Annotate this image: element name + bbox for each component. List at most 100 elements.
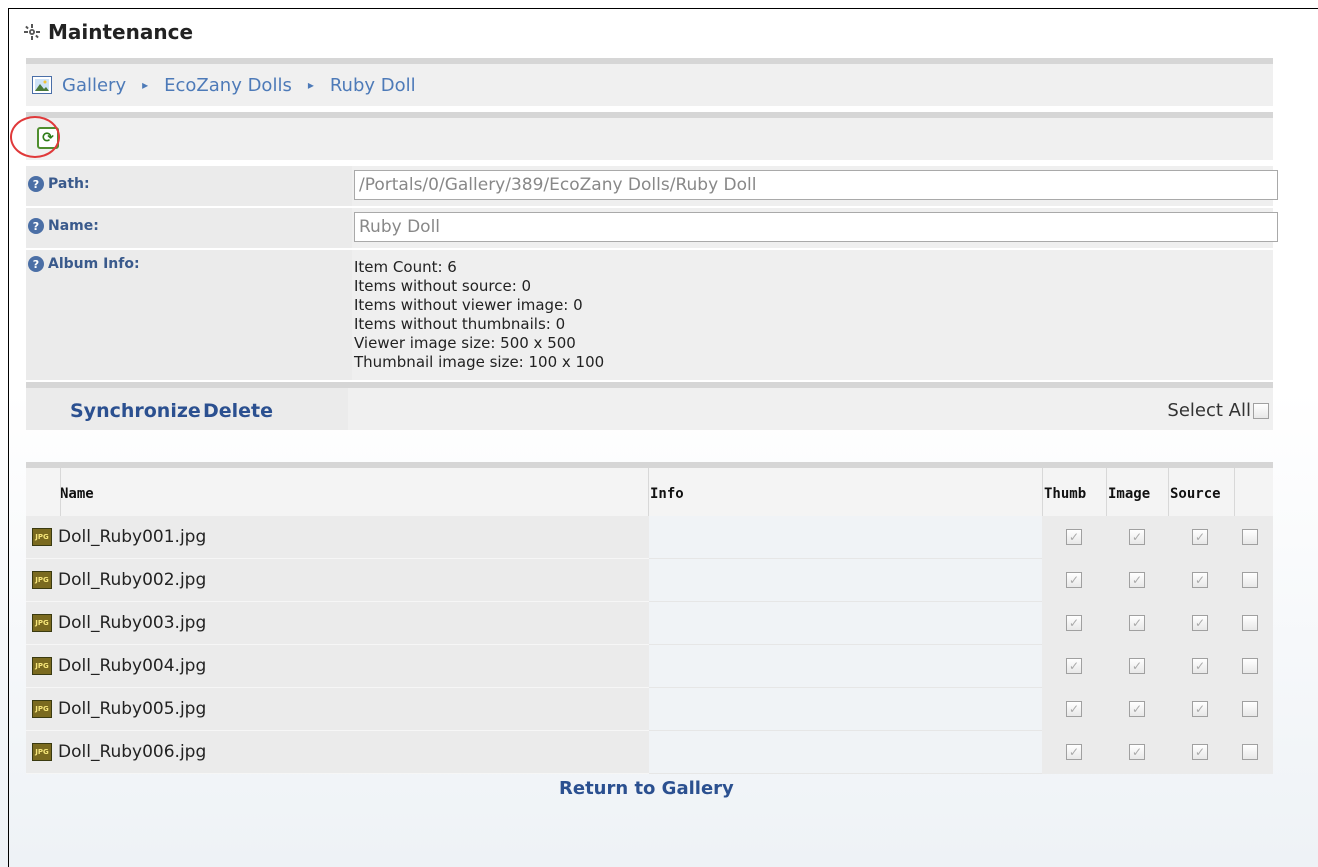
row-check-cell: ✓ ✓ ✓ [1042, 559, 1273, 602]
file-name: Doll_Ruby005.jpg [58, 699, 207, 719]
action-bar: Synchronize Delete Select All [26, 382, 1273, 430]
row-info-cell [649, 731, 1042, 774]
breadcrumb-current[interactable]: Ruby Doll [330, 75, 416, 96]
thumb-checkbox: ✓ [1066, 615, 1082, 631]
select-row-checkbox[interactable] [1242, 572, 1258, 588]
breadcrumb-album[interactable]: EcoZany Dolls [164, 75, 292, 96]
breadcrumb: Gallery ▸ EcoZany Dolls ▸ Ruby Doll [26, 58, 1273, 106]
image-checkbox: ✓ [1129, 658, 1145, 674]
album-info-label: ? Album Info: [28, 250, 348, 380]
help-icon[interactable]: ? [28, 176, 44, 192]
album-info-lines: Item Count: 6 Items without source: 0 It… [354, 258, 604, 372]
info-no-viewer: Items without viewer image: 0 [354, 296, 583, 314]
row-name-cell: JPG Doll_Ruby001.jpg [26, 516, 649, 559]
select-row-checkbox[interactable] [1242, 658, 1258, 674]
file-name: Doll_Ruby003.jpg [58, 613, 207, 633]
image-checkbox: ✓ [1129, 572, 1145, 588]
row-name-cell: JPG Doll_Ruby006.jpg [26, 731, 649, 774]
jpg-file-icon: JPG [32, 614, 52, 632]
toolbar: ⟳ [26, 112, 1273, 160]
header-info[interactable]: Info [650, 486, 684, 502]
jpg-file-icon: JPG [32, 528, 52, 546]
select-row-checkbox[interactable] [1242, 529, 1258, 545]
image-checkbox: ✓ [1129, 701, 1145, 717]
delete-button[interactable]: Delete [203, 400, 273, 422]
select-row-checkbox[interactable] [1242, 701, 1258, 717]
file-name: Doll_Ruby001.jpg [58, 527, 207, 547]
name-label-text: Name: [48, 218, 99, 234]
album-info-label-text: Album Info: [48, 256, 140, 272]
select-all-checkbox[interactable] [1253, 402, 1269, 419]
name-label: ? Name: [28, 208, 348, 248]
info-viewer-size: Viewer image size: 500 x 500 [354, 334, 576, 352]
select-all-label: Select All [1167, 400, 1251, 421]
thumb-checkbox: ✓ [1066, 744, 1082, 760]
info-no-thumbs: Items without thumbnails: 0 [354, 315, 566, 333]
row-name-cell: JPG Doll_Ruby003.jpg [26, 602, 649, 645]
header-source[interactable]: Source [1170, 486, 1221, 502]
row-check-cell: ✓ ✓ ✓ [1042, 645, 1273, 688]
path-label-text: Path: [48, 176, 90, 192]
jpg-file-icon: JPG [32, 571, 52, 589]
row-check-cell: ✓ ✓ ✓ [1042, 688, 1273, 731]
row-info-cell [649, 688, 1042, 731]
jpg-file-icon: JPG [32, 657, 52, 675]
path-label: ? Path: [28, 166, 348, 206]
thumb-checkbox: ✓ [1066, 701, 1082, 717]
row-name-cell: JPG Doll_Ruby004.jpg [26, 645, 649, 688]
jpg-file-icon: JPG [32, 743, 52, 761]
file-name: Doll_Ruby002.jpg [58, 570, 207, 590]
table-row: JPG Doll_Ruby001.jpg ✓ ✓ ✓ [26, 516, 1273, 559]
row-name-cell: JPG Doll_Ruby002.jpg [26, 559, 649, 602]
file-name: Doll_Ruby004.jpg [58, 656, 207, 676]
row-name-cell: JPG Doll_Ruby005.jpg [26, 688, 649, 731]
row-check-cell: ✓ ✓ ✓ [1042, 516, 1273, 559]
gallery-icon [32, 76, 52, 94]
table-row: JPG Doll_Ruby003.jpg ✓ ✓ ✓ [26, 602, 1273, 645]
thumb-checkbox: ✓ [1066, 658, 1082, 674]
return-to-gallery-link[interactable]: Return to Gallery [559, 778, 734, 799]
row-check-cell: ✓ ✓ ✓ [1042, 602, 1273, 645]
info-thumb-size: Thumbnail image size: 100 x 100 [354, 353, 605, 371]
header-thumb[interactable]: Thumb [1044, 486, 1086, 502]
synchronize-button[interactable]: Synchronize [70, 400, 201, 422]
source-checkbox: ✓ [1192, 701, 1208, 717]
source-checkbox: ✓ [1192, 744, 1208, 760]
source-checkbox: ✓ [1192, 658, 1208, 674]
file-table: Name Info Thumb Image Source JPG Doll_Ru… [26, 462, 1273, 774]
table-row: JPG Doll_Ruby006.jpg ✓ ✓ ✓ [26, 731, 1273, 774]
thumb-checkbox: ✓ [1066, 572, 1082, 588]
title-bar: Maintenance [24, 18, 193, 46]
source-checkbox: ✓ [1192, 572, 1208, 588]
select-row-checkbox[interactable] [1242, 744, 1258, 760]
table-row: JPG Doll_Ruby004.jpg ✓ ✓ ✓ [26, 645, 1273, 688]
highlight-circle [10, 116, 60, 158]
row-info-cell [649, 516, 1042, 559]
path-value-cell: /Portals/0/Gallery/389/EcoZany Dolls/Rub… [352, 166, 1278, 206]
help-icon[interactable]: ? [28, 256, 44, 272]
image-checkbox: ✓ [1129, 529, 1145, 545]
name-field[interactable]: Ruby Doll [354, 212, 1278, 242]
table-header: Name Info Thumb Image Source [26, 462, 1273, 516]
header-name[interactable]: Name [60, 486, 94, 502]
page-title: Maintenance [48, 20, 194, 44]
table-row: JPG Doll_Ruby005.jpg ✓ ✓ ✓ [26, 688, 1273, 731]
header-image[interactable]: Image [1108, 486, 1150, 502]
source-checkbox: ✓ [1192, 615, 1208, 631]
help-icon[interactable]: ? [28, 218, 44, 234]
select-row-checkbox[interactable] [1242, 615, 1258, 631]
thumb-checkbox: ✓ [1066, 529, 1082, 545]
album-info-row: ? Album Info: Item Count: 6 Items withou… [26, 250, 1273, 380]
breadcrumb-separator: ▸ [142, 78, 149, 92]
image-checkbox: ✓ [1129, 744, 1145, 760]
source-checkbox: ✓ [1192, 529, 1208, 545]
breadcrumb-gallery[interactable]: Gallery [62, 75, 126, 96]
file-name: Doll_Ruby006.jpg [58, 742, 207, 762]
jpg-file-icon: JPG [32, 700, 52, 718]
path-field[interactable]: /Portals/0/Gallery/389/EcoZany Dolls/Rub… [354, 170, 1278, 200]
breadcrumb-separator: ▸ [307, 78, 314, 92]
album-info-cell: Item Count: 6 Items without source: 0 It… [352, 250, 1273, 380]
name-value-cell: Ruby Doll [352, 208, 1278, 248]
action-left-cell: Synchronize Delete [26, 388, 348, 430]
info-item-count: Item Count: 6 [354, 258, 457, 276]
